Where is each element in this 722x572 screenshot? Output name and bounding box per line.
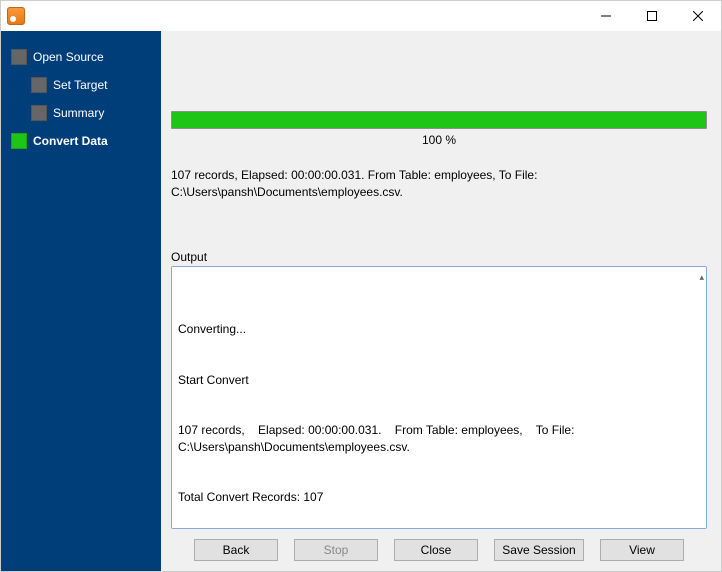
output-line: Start Convert <box>178 372 700 389</box>
output-textarea[interactable]: ▴ Converting... Start Convert 107 record… <box>171 266 707 529</box>
sidebar-item-summary[interactable]: Summary <box>1 99 161 127</box>
sidebar-item-set-target[interactable]: Set Target <box>1 71 161 99</box>
sidebar-item-label: Open Source <box>33 50 104 64</box>
summary-line: C:\Users\pansh\Documents\employees.csv. <box>171 184 707 201</box>
content-area: Open Source Set Target Summary Convert D… <box>1 31 721 571</box>
summary-line: 107 records, Elapsed: 00:00:00.031. From… <box>171 167 707 184</box>
sidebar-item-open-source[interactable]: Open Source <box>1 43 161 71</box>
window-controls <box>583 1 721 31</box>
maximize-button[interactable] <box>629 1 675 31</box>
output-line: Total Convert Records: 107 <box>178 489 700 506</box>
step-box-icon <box>31 105 47 121</box>
output-line: 107 records, Elapsed: 00:00:00.031. From… <box>178 422 700 456</box>
app-icon <box>7 7 25 25</box>
step-box-icon <box>11 133 27 149</box>
output-line: Converting... <box>178 321 700 338</box>
app-window: Open Source Set Target Summary Convert D… <box>0 0 722 572</box>
sidebar-item-convert-data[interactable]: Convert Data <box>1 127 161 155</box>
button-bar: Back Stop Close Save Session View <box>171 529 707 563</box>
close-button[interactable] <box>675 1 721 31</box>
titlebar <box>1 1 721 31</box>
progress-section: 100 % <box>171 111 707 147</box>
wizard-sidebar: Open Source Set Target Summary Convert D… <box>1 31 161 571</box>
minimize-button[interactable] <box>583 1 629 31</box>
back-button[interactable]: Back <box>194 539 278 561</box>
progress-bar <box>171 111 707 129</box>
step-box-icon <box>31 77 47 93</box>
main-panel: 100 % 107 records, Elapsed: 00:00:00.031… <box>161 31 721 571</box>
output-label: Output <box>171 250 707 264</box>
sidebar-item-label: Convert Data <box>33 134 108 148</box>
step-box-icon <box>11 49 27 65</box>
scroll-up-icon[interactable]: ▴ <box>699 271 704 284</box>
sidebar-item-label: Summary <box>53 106 104 120</box>
save-session-button[interactable]: Save Session <box>494 539 584 561</box>
summary-text: 107 records, Elapsed: 00:00:00.031. From… <box>171 167 707 202</box>
progress-percent-label: 100 % <box>171 133 707 147</box>
view-button[interactable]: View <box>600 539 684 561</box>
sidebar-item-label: Set Target <box>53 78 107 92</box>
stop-button[interactable]: Stop <box>294 539 378 561</box>
close-panel-button[interactable]: Close <box>394 539 478 561</box>
